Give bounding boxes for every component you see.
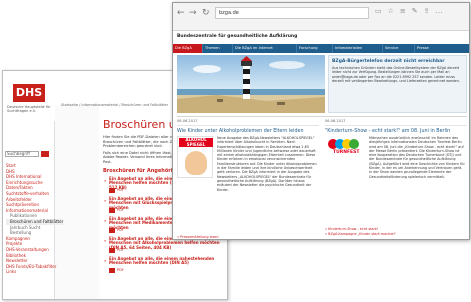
dhs-logo-area: DHS Deutsche Hauptstelle für Suchtfragen…: [3, 71, 55, 121]
browser-toolbar: ← → ↻ bzga.de ▭☆≡✎⇪…: [173, 3, 469, 31]
turnfest-logo-graphic: [328, 139, 359, 149]
alkoholspiegel-banner: ALKOHOL SPIEGEL: [179, 137, 213, 147]
dhs-pdf-label[interactable]: PDF: [117, 188, 124, 192]
bullet-icon: »: [104, 177, 107, 183]
section-divider: [177, 116, 467, 117]
news-column-right: 06.06.2017 "Kinderturn-Show - echt stark…: [325, 119, 467, 239]
pdf-icon[interactable]: [109, 207, 115, 213]
news-headline[interactable]: "Kinderturn-Show - echt stark!" am 08. J…: [325, 129, 450, 134]
column-divider: [177, 125, 319, 126]
child-face-illustration: [185, 151, 207, 175]
dhs-brochure-item: » Ein Angebot an alle, die einem naheste…: [103, 256, 227, 275]
dhs-brochure-link[interactable]: Ein Angebot an alle, die einem nahestehe…: [109, 256, 221, 267]
lighthouse-illustration: [177, 55, 325, 113]
news-date: 06.06.2017: [325, 119, 346, 123]
reading-view-icon[interactable]: ▭: [375, 7, 388, 15]
dhs-pdf-label[interactable]: PDF: [117, 248, 124, 252]
menu-item-service[interactable]: Service: [383, 44, 415, 53]
news-body-text: Neue Ausgabe des BZgA-Newsletters "ALKOH…: [217, 136, 317, 192]
more-icon[interactable]: …: [436, 7, 449, 15]
dhs-nav-list: Start DHS DHS International Einrichtungs…: [6, 163, 64, 275]
dhs-nav-subitem-active[interactable]: Broschüren und Faltblätter: [6, 218, 64, 225]
news-link[interactable]: » Kinderturn-Show - echt stark!: [325, 227, 378, 231]
hero-image-lighthouse[interactable]: [177, 55, 325, 113]
bullet-icon: »: [104, 257, 107, 263]
bzga-main-menu: Die BZgA Themen Die BZgA im Internet For…: [173, 44, 469, 53]
notice-text: Aus technischen Gründen steht das Online…: [332, 66, 460, 83]
alkoholspiegel-image[interactable]: ALKOHOL SPIEGEL: [177, 136, 213, 178]
bzga-site-title[interactable]: Bundeszentrale für gesundheitliche Aufkl…: [177, 34, 297, 39]
news-date: 06.06.2017: [177, 119, 198, 123]
address-bar[interactable]: bzga.de: [215, 7, 369, 19]
news-body-text: Mitmachen ausdrücklich erwünscht! Im Rah…: [369, 136, 465, 179]
bullet-icon: »: [104, 217, 107, 223]
bzga-browser-window[interactable]: ← → ↻ bzga.de ▭☆≡✎⇪… Bundeszentrale für …: [172, 2, 470, 240]
news-column-left: 06.06.2017 Wie Kinder unter Alkoholprobl…: [177, 119, 319, 239]
toolbar-icons: ▭☆≡✎⇪…: [375, 7, 449, 15]
dhs-pdf-label[interactable]: PDF: [117, 228, 124, 232]
notice-box: BZgA-Bürgertelefon derzeit nicht erreich…: [328, 55, 467, 113]
pdf-icon[interactable]: [109, 247, 115, 253]
reload-icon[interactable]: ↻: [202, 8, 210, 18]
menu-item-die-bzga[interactable]: Die BZgA: [173, 44, 203, 53]
pdf-icon[interactable]: [109, 267, 115, 273]
pdf-icon[interactable]: [109, 187, 115, 193]
news-headline[interactable]: Wie Kinder unter Alkoholproblemen der El…: [177, 129, 304, 134]
dhs-logo[interactable]: DHS: [13, 84, 45, 102]
pdf-icon[interactable]: [109, 227, 115, 233]
dhs-search-button[interactable]: [41, 151, 49, 157]
dhs-nav-item[interactable]: Links: [6, 269, 63, 275]
forward-arrow-icon[interactable]: →: [189, 8, 197, 18]
news-read-more-link[interactable]: » Pressemitteilung lesen: [177, 235, 219, 239]
notice-title[interactable]: BZgA-Bürgertelefon derzeit nicht erreich…: [332, 59, 444, 64]
bullet-icon: »: [104, 237, 107, 243]
hub-icon[interactable]: ≡: [400, 7, 412, 15]
menu-item-internet[interactable]: Die BZgA im Internet: [233, 44, 297, 53]
dhs-breadcrumb[interactable]: Startseite / Informationsmaterial / Bros…: [61, 103, 168, 107]
dhs-logo-subtitle: Deutsche Hauptstelle für Suchtfragen e.V…: [7, 105, 51, 113]
share-icon[interactable]: ⇪: [424, 7, 436, 15]
bullet-icon: »: [104, 197, 107, 203]
dhs-sidebar: Suchbegriff Start DHS DHS International …: [3, 121, 64, 299]
news-link[interactable]: » BZgA-Kampagne „Kinder stark machen“: [325, 232, 396, 236]
note-icon[interactable]: ✎: [412, 7, 424, 15]
turnfest-label: TURNFEST: [333, 150, 360, 155]
back-arrow-icon[interactable]: ←: [177, 8, 185, 18]
menu-item-infomaterialien[interactable]: Infomaterialien: [333, 44, 383, 53]
menu-item-forschung[interactable]: Forschung: [297, 44, 333, 53]
menu-item-presse[interactable]: Presse: [415, 44, 469, 53]
dhs-search-input[interactable]: Suchbegriff: [5, 151, 39, 157]
turnfest-image[interactable]: TURNFEST: [325, 136, 365, 162]
favorite-star-icon[interactable]: ☆: [388, 7, 400, 15]
dhs-pdf-label[interactable]: PDF: [117, 208, 124, 212]
dhs-pdf-label[interactable]: PDF: [117, 268, 124, 272]
column-divider: [325, 125, 467, 126]
menu-item-themen[interactable]: Themen: [203, 44, 233, 53]
